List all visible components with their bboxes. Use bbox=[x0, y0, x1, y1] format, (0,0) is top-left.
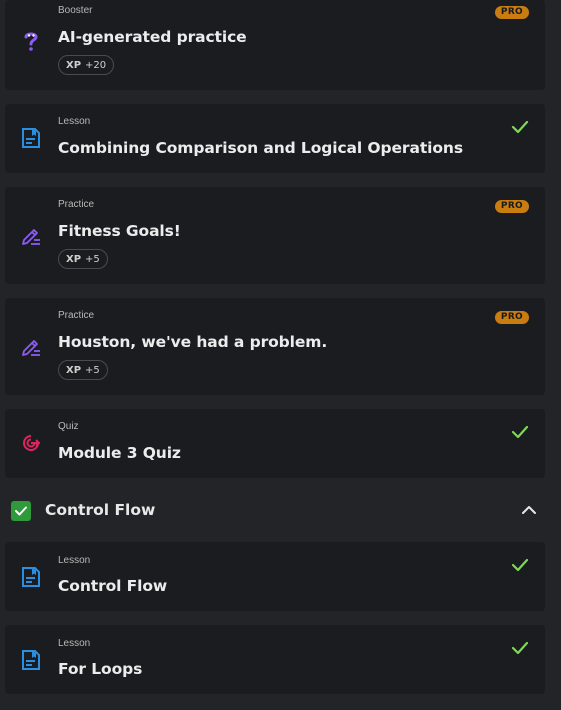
list-item[interactable]: Booster AI-generated practice XP +20 PRO bbox=[5, 0, 545, 90]
xp-value: +5 bbox=[85, 254, 100, 265]
lesson-document-icon bbox=[22, 650, 40, 670]
item-type-label: Practice bbox=[58, 199, 95, 210]
pencil-edit-icon bbox=[22, 229, 40, 245]
item-type-label: Booster bbox=[58, 5, 93, 16]
item-title: Module 3 Quiz bbox=[58, 444, 181, 462]
checkmark-icon bbox=[511, 558, 529, 572]
xp-badge: XP +5 bbox=[58, 360, 108, 380]
list-item[interactable]: Lesson For Loops bbox=[5, 625, 545, 694]
pro-badge: PRO bbox=[494, 6, 529, 19]
section-title: Control Flow bbox=[45, 501, 156, 519]
list-item[interactable]: Lesson Combining Comparison and Logical … bbox=[5, 104, 545, 173]
item-type-label: Practice bbox=[58, 310, 95, 321]
lesson-document-icon bbox=[22, 128, 40, 148]
item-type-label: Lesson bbox=[58, 555, 91, 566]
xp-value: +5 bbox=[85, 365, 100, 376]
section-complete-checkbox bbox=[11, 501, 31, 521]
xp-label: XP bbox=[66, 254, 82, 265]
target-icon bbox=[23, 435, 41, 451]
list-item[interactable]: Lesson Control Flow bbox=[5, 542, 545, 611]
lesson-document-icon bbox=[22, 567, 40, 587]
item-title: Combining Comparison and Logical Operati… bbox=[58, 139, 463, 157]
item-title: For Loops bbox=[58, 660, 143, 678]
item-title: Houston, we've had a problem. bbox=[58, 333, 328, 351]
question-mark-icon bbox=[24, 32, 38, 51]
pro-badge: PRO bbox=[494, 200, 529, 213]
checkmark-icon bbox=[511, 641, 529, 655]
pencil-edit-icon bbox=[22, 340, 40, 356]
item-title: Control Flow bbox=[58, 577, 168, 595]
item-type-label: Quiz bbox=[58, 421, 79, 432]
section-header-control-flow[interactable]: Control Flow bbox=[0, 489, 561, 531]
xp-label: XP bbox=[66, 60, 82, 71]
list-item[interactable]: Practice Houston, we've had a problem. X… bbox=[5, 298, 545, 395]
xp-badge: XP +20 bbox=[58, 55, 115, 75]
xp-value: +20 bbox=[85, 60, 107, 71]
list-item[interactable]: Practice Fitness Goals! XP +5 PRO bbox=[5, 187, 545, 284]
pro-badge: PRO bbox=[494, 311, 529, 324]
item-title: AI-generated practice bbox=[58, 28, 247, 46]
chevron-up-icon[interactable] bbox=[521, 502, 537, 518]
xp-badge: XP +5 bbox=[58, 249, 108, 269]
xp-label: XP bbox=[66, 365, 82, 376]
checkmark-icon bbox=[511, 425, 529, 439]
item-type-label: Lesson bbox=[58, 638, 91, 649]
list-item[interactable]: Quiz Module 3 Quiz bbox=[5, 409, 545, 478]
item-type-label: Lesson bbox=[58, 116, 91, 127]
item-title: Fitness Goals! bbox=[58, 222, 181, 240]
checkmark-icon bbox=[511, 120, 529, 134]
checkmark-icon bbox=[15, 506, 27, 516]
